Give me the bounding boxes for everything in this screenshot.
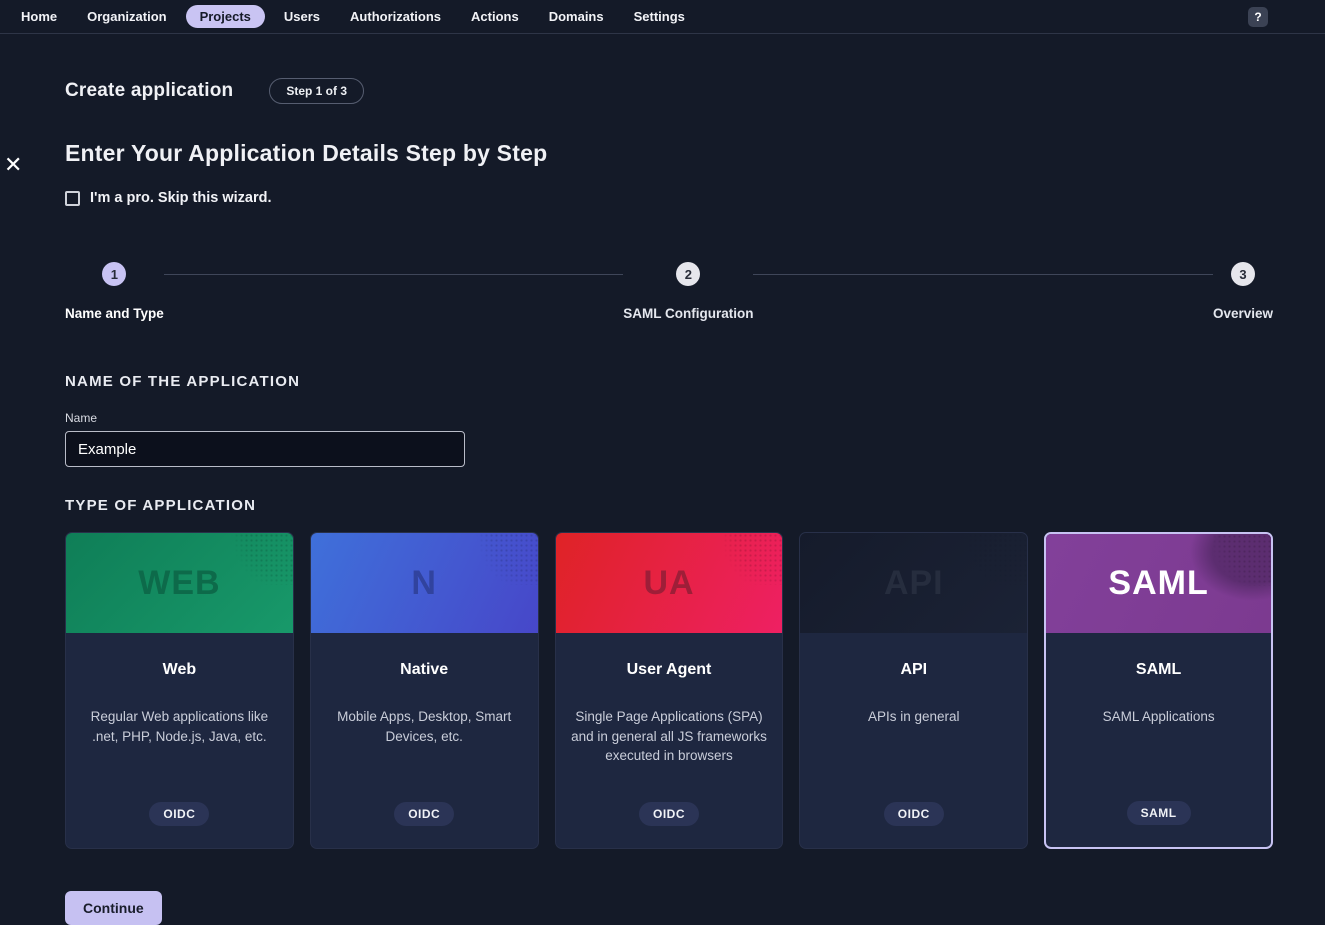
name-input[interactable]	[65, 431, 465, 467]
nav-item-domains[interactable]: Domains	[538, 5, 615, 28]
step-badge: Step 1 of 3	[269, 78, 364, 104]
page-title: Create application	[65, 80, 233, 102]
card-description: Single Page Applications (SPA) and in ge…	[570, 707, 769, 766]
card-title: SAML	[1136, 661, 1181, 679]
app-type-card-api[interactable]: API API APIs in general OIDC	[799, 532, 1028, 849]
wizard-stepper: 1 Name and Type 2 SAML Configuration 3 O…	[65, 262, 1273, 321]
stepper-step-saml-configuration[interactable]: 2 SAML Configuration	[623, 262, 753, 321]
nav-item-users[interactable]: Users	[273, 5, 331, 28]
skip-wizard-label: I'm a pro. Skip this wizard.	[90, 190, 272, 206]
card-title: Native	[400, 661, 448, 679]
card-description: SAML Applications	[1103, 707, 1215, 727]
user-agent-card-art: UA	[556, 533, 783, 633]
card-title: API	[900, 661, 927, 679]
nav-item-actions[interactable]: Actions	[460, 5, 530, 28]
protocol-badge: OIDC	[149, 802, 209, 826]
step-label-1: Name and Type	[65, 306, 164, 321]
api-card-art: API	[800, 533, 1027, 633]
continue-button[interactable]: Continue	[65, 891, 162, 925]
card-description: Regular Web applications like .net, PHP,…	[80, 707, 279, 746]
app-type-card-web[interactable]: WEB Web Regular Web applications like .n…	[65, 532, 294, 849]
name-field-label: Name	[65, 411, 1273, 425]
protocol-badge: OIDC	[639, 802, 699, 826]
step-circle-1: 1	[102, 262, 126, 286]
close-icon[interactable]: ✕	[4, 154, 22, 176]
native-card-art: N	[311, 533, 538, 633]
step-circle-3: 3	[1231, 262, 1255, 286]
skip-wizard-checkbox[interactable]	[65, 191, 80, 206]
card-title: Web	[163, 661, 196, 679]
card-title: User Agent	[627, 661, 712, 679]
web-card-art: WEB	[66, 533, 293, 633]
create-application-page: ✕ Create application Step 1 of 3 Enter Y…	[0, 78, 1325, 925]
card-description: Mobile Apps, Desktop, Smart Devices, etc…	[325, 707, 524, 746]
app-type-card-saml[interactable]: SAML SAML SAML Applications SAML	[1044, 532, 1273, 849]
nav-item-projects[interactable]: Projects	[186, 5, 265, 28]
saml-card-art: SAML	[1046, 534, 1271, 633]
protocol-badge: SAML	[1127, 801, 1191, 825]
stepper-connector	[164, 274, 623, 275]
protocol-badge: OIDC	[394, 802, 454, 826]
nav-item-settings[interactable]: Settings	[623, 5, 696, 28]
help-icon[interactable]: ?	[1248, 7, 1268, 27]
application-type-cards: WEB Web Regular Web applications like .n…	[65, 532, 1273, 849]
type-section-heading: TYPE OF APPLICATION	[65, 497, 1273, 514]
protocol-badge: OIDC	[884, 802, 944, 826]
nav-item-organization[interactable]: Organization	[76, 5, 177, 28]
page-header: Create application Step 1 of 3	[65, 78, 1273, 104]
stepper-step-overview[interactable]: 3 Overview	[1213, 262, 1273, 321]
stepper-step-name-and-type[interactable]: 1 Name and Type	[65, 262, 164, 321]
nav-item-home[interactable]: Home	[10, 5, 68, 28]
nav-item-authorizations[interactable]: Authorizations	[339, 5, 452, 28]
step-label-2: SAML Configuration	[623, 306, 753, 321]
wizard-heading: Enter Your Application Details Step by S…	[65, 140, 1273, 167]
top-nav: Home Organization Projects Users Authori…	[0, 0, 1325, 34]
step-label-3: Overview	[1213, 306, 1273, 321]
stepper-connector	[753, 274, 1212, 275]
app-type-card-native[interactable]: N Native Mobile Apps, Desktop, Smart Dev…	[310, 532, 539, 849]
card-description: APIs in general	[868, 707, 960, 727]
skip-wizard-checkbox-row[interactable]: I'm a pro. Skip this wizard.	[65, 190, 1273, 206]
step-circle-2: 2	[676, 262, 700, 286]
name-section-heading: NAME OF THE APPLICATION	[65, 373, 1273, 390]
app-type-card-user-agent[interactable]: UA User Agent Single Page Applications (…	[555, 532, 784, 849]
